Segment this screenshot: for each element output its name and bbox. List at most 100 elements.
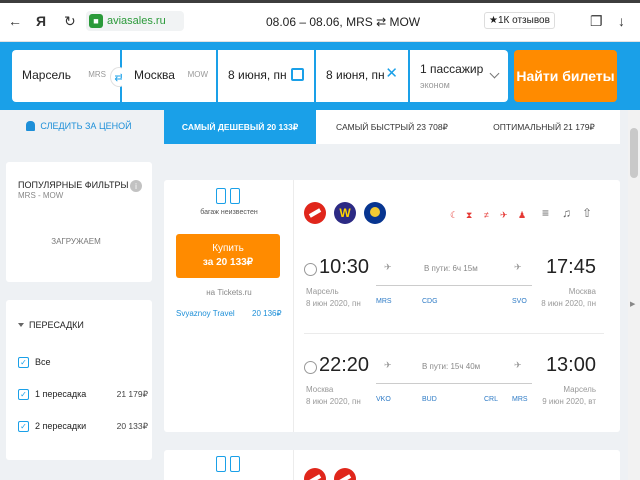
airline-logo-icon	[334, 468, 356, 480]
agency-price[interactable]: 20 136₽	[252, 309, 282, 318]
tab-fastest[interactable]: САМЫЙ БЫСТРЫЙ 23 708₽	[316, 110, 468, 144]
airport-code: BUD	[422, 396, 437, 403]
collapse-triangle-icon	[18, 323, 24, 327]
destination-field[interactable]: Москва MOW	[122, 50, 216, 102]
buy-label: Купить	[212, 243, 244, 254]
return-date-value: 8 июня, пн	[326, 68, 385, 82]
address-bar[interactable]: ■ aviasales.ru	[86, 11, 184, 31]
destination-value: Москва	[134, 68, 175, 82]
cabin-class: эконом	[420, 80, 450, 90]
transfer-option-all[interactable]: ✓ Все	[18, 355, 148, 369]
origin-iata: MRS	[88, 70, 106, 79]
checkbox-checked-icon[interactable]: ✓	[18, 388, 29, 400]
window-top-strip	[0, 0, 640, 3]
seat-icon: ♟	[518, 210, 527, 220]
price-alert-label: СЛЕДИТЬ ЗА ЦЕНОЙ	[40, 121, 132, 131]
find-tickets-button[interactable]: Найти билеты	[514, 50, 617, 102]
transfer-option-price: 21 179₽	[116, 388, 148, 399]
transfer-option-label: 2 пересадки	[35, 421, 87, 431]
departure-city: Москва	[306, 385, 334, 394]
departure-date: 8 июн 2020, пн	[306, 397, 361, 406]
baggage-text: багаж неизвестен	[200, 209, 258, 216]
airport-change-icon: ≠	[484, 210, 489, 220]
airport-code: MRS	[376, 298, 392, 305]
transfer-option-price: 20 133₽	[116, 420, 148, 431]
url-text: aviasales.ru	[107, 15, 166, 27]
arrival-date: 8 июн 2020, пн	[541, 299, 596, 308]
info-icon[interactable]: i	[130, 180, 142, 192]
checkbox-checked-icon[interactable]: ✓	[18, 420, 29, 432]
airport-code: CRL	[484, 396, 499, 403]
calendar-icon[interactable]	[291, 68, 304, 81]
arrival-date: 9 июн 2020, вт	[542, 397, 596, 406]
arrival-city: Марсель	[563, 385, 596, 394]
scroll-arrow-icon[interactable]: ▶	[630, 300, 635, 308]
reload-icon[interactable]: ↻	[64, 12, 76, 30]
origin-field[interactable]: Марсель MRS	[12, 50, 120, 102]
share-icon[interactable]: ⇧	[582, 206, 592, 220]
yandex-icon[interactable]: Я	[36, 12, 46, 30]
airport-code: VKO	[376, 396, 391, 403]
page-title: 08.06 – 08.06, MRS ⇄ MOW	[266, 15, 421, 29]
seller-name: на Tickets.ru	[206, 288, 252, 297]
run-icon: ✈	[500, 210, 508, 220]
departure-date: 8 июн 2020, пн	[306, 299, 361, 308]
popular-filters-title: ПОПУЛЯРНЫЕ ФИЛЬТРЫ	[18, 180, 129, 190]
landing-icon: ✈	[514, 262, 522, 272]
bell-subscribe-icon[interactable]: ♫	[562, 206, 571, 220]
clock-icon	[304, 263, 317, 276]
transfers-title: ПЕРЕСАДКИ	[29, 320, 84, 330]
scrollbar-thumb[interactable]	[630, 128, 638, 178]
arrival-time: 13:00	[545, 354, 596, 376]
lock-icon: ■	[89, 14, 103, 28]
depart-date-field[interactable]: 8 июня, пн	[218, 50, 314, 102]
buy-button[interactable]: Купить за 20 133₽	[176, 234, 280, 278]
checkbox-checked-icon[interactable]: ✓	[18, 356, 29, 368]
back-icon[interactable]: ←	[8, 12, 22, 30]
flight-segment-outbound: 10:30 ✈ В пути: 6ч 15м ✈ 17:45 Марсель 8…	[304, 256, 604, 326]
tab-cheapest[interactable]: САМЫЙ ДЕШЕВЫЙ 20 133₽	[164, 110, 316, 144]
airline-logo-icon	[304, 202, 326, 224]
arrival-time: 17:45	[545, 256, 596, 278]
route-line	[376, 383, 532, 384]
transfer-option-label: 1 пересадка	[35, 389, 87, 399]
popular-filters-panel: ПОПУЛЯРНЫЕ ФИЛЬТРЫ MRS - MOW i ЗАГРУЖАЕМ	[6, 162, 152, 282]
popular-filters-route: MRS - MOW	[18, 191, 64, 200]
return-date-field[interactable]: 8 июня, пн ✕	[316, 50, 408, 102]
clock-icon	[304, 361, 317, 374]
ticket-buy-section: багаж неизвестен Купить за 20 133₽ на Ti…	[164, 180, 294, 432]
baggage-icon	[216, 188, 242, 206]
departure-city: Марсель	[306, 287, 339, 296]
takeoff-icon: ✈	[384, 262, 392, 272]
bell-icon	[26, 121, 36, 131]
wizz-air-logo-icon: W	[334, 202, 356, 224]
airport-code: SVO	[512, 298, 527, 305]
takeoff-icon: ✈	[384, 360, 392, 370]
transfer-option-label: Все	[35, 357, 51, 367]
night-icon: ☾	[450, 210, 459, 220]
transfer-option-one[interactable]: ✓ 1 пересадка 21 179₽	[18, 387, 148, 401]
add-to-list-icon[interactable]: ≡	[542, 206, 549, 220]
origin-value: Марсель	[22, 68, 72, 82]
airport-code: CDG	[422, 298, 438, 305]
clear-date-icon[interactable]: ✕	[385, 64, 398, 82]
destination-iata: MOW	[187, 70, 208, 79]
tabs-icon[interactable]: ❐	[590, 12, 603, 30]
ryanair-logo-icon	[364, 202, 386, 224]
transfer-option-two[interactable]: ✓ 2 пересадки 20 133₽	[18, 419, 148, 433]
ticket-card-next	[164, 450, 620, 480]
download-icon[interactable]: ↓	[618, 12, 625, 30]
price-alert-link[interactable]: СЛЕДИТЬ ЗА ЦЕНОЙ	[6, 110, 152, 142]
loading-text: ЗАГРУЖАЕМ	[51, 237, 101, 246]
passengers-field[interactable]: 1 пассажир эконом	[410, 50, 508, 102]
chevron-down-icon	[489, 68, 500, 79]
reviews-badge[interactable]: ★1К отзывов	[484, 12, 555, 29]
segment-divider	[304, 333, 604, 334]
agency-link[interactable]: Svyaznoy Travel	[176, 309, 235, 318]
depart-date-value: 8 июня, пн	[228, 68, 287, 82]
baggage-icon	[216, 456, 242, 474]
transfers-toggle[interactable]: ПЕРЕСАДКИ	[18, 320, 84, 330]
arrival-city: Москва	[568, 287, 596, 296]
tab-optimal[interactable]: ОПТИМАЛЬНЫЙ 21 179₽	[468, 110, 620, 144]
departure-time: 10:30	[319, 256, 370, 278]
